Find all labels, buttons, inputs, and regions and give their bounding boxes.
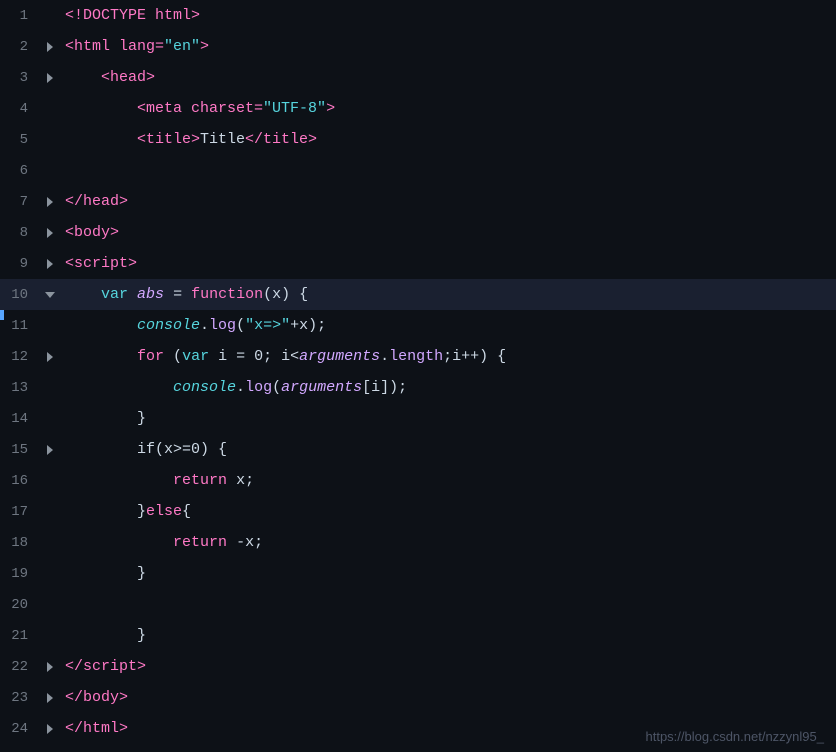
- code-line: 12 for (var i = 0; i<arguments.length;i+…: [0, 341, 836, 372]
- code-line: 11 console.log("x=>"+x);: [0, 310, 836, 341]
- code-line: 18 return -x;: [0, 527, 836, 558]
- code-line: 4 <meta charset="UTF-8">: [0, 93, 836, 124]
- gutter: [40, 352, 60, 362]
- code-content: return x;: [60, 465, 254, 496]
- gutter: [40, 228, 60, 238]
- code-content: var abs = function(x) {: [60, 279, 308, 310]
- fold-arrow[interactable]: [47, 724, 53, 734]
- line-number: 15: [0, 442, 40, 458]
- code-line: 20: [0, 589, 836, 620]
- fold-arrow[interactable]: [47, 42, 53, 52]
- fold-arrow[interactable]: [47, 197, 53, 207]
- line-number: 8: [0, 225, 40, 241]
- code-content: console.log(arguments[i]);: [60, 372, 407, 403]
- gutter: [40, 42, 60, 52]
- line-number: 21: [0, 628, 40, 644]
- code-content: }: [60, 403, 146, 434]
- code-editor[interactable]: 1 <!DOCTYPE html> 2 <html lang="en"> 3 <…: [0, 0, 836, 752]
- line-number: 10: [0, 287, 40, 303]
- fold-arrow[interactable]: [47, 228, 53, 238]
- code-line: 5 <title>Title</title>: [0, 124, 836, 155]
- fold-arrow[interactable]: [47, 352, 53, 362]
- code-line: 21 }: [0, 620, 836, 651]
- code-line: 22 </script>: [0, 651, 836, 682]
- fold-arrow[interactable]: [47, 259, 53, 269]
- line-number: 18: [0, 535, 40, 551]
- line-number: 13: [0, 380, 40, 396]
- line-number: 5: [0, 132, 40, 148]
- code-content: if(x>=0) {: [60, 434, 227, 465]
- fold-arrow[interactable]: [47, 445, 53, 455]
- line-number: 4: [0, 101, 40, 117]
- code-content: </script>: [60, 651, 146, 682]
- code-content: <html lang="en">: [60, 31, 209, 62]
- code-line: 16 return x;: [0, 465, 836, 496]
- code-line: 14 }: [0, 403, 836, 434]
- fold-arrow[interactable]: [47, 73, 53, 83]
- watermark: https://blog.csdn.net/nzzynl95_: [645, 729, 824, 744]
- code-content: <!DOCTYPE html>: [60, 0, 200, 31]
- code-content: return -x;: [60, 527, 263, 558]
- line-number: 23: [0, 690, 40, 706]
- line-number: 9: [0, 256, 40, 272]
- code-content: <meta charset="UTF-8">: [60, 93, 335, 124]
- line-number: 3: [0, 70, 40, 86]
- line-number: 1: [0, 8, 40, 24]
- code-line: 19 }: [0, 558, 836, 589]
- fold-arrow[interactable]: [45, 292, 55, 298]
- line-number: 22: [0, 659, 40, 675]
- gutter: [40, 445, 60, 455]
- line-number: 2: [0, 39, 40, 55]
- code-content: </head>: [60, 186, 128, 217]
- fold-arrow[interactable]: [47, 662, 53, 672]
- code-line-active: 10 var abs = function(x) {: [0, 279, 836, 310]
- code-content: for (var i = 0; i<arguments.length;i++) …: [60, 341, 506, 372]
- code-content: }else{: [60, 496, 191, 527]
- code-line: 9 <script>: [0, 248, 836, 279]
- line-number: 17: [0, 504, 40, 520]
- line-number: 24: [0, 721, 40, 737]
- line-number: 14: [0, 411, 40, 427]
- code-line: 17 }else{: [0, 496, 836, 527]
- code-content: <body>: [60, 217, 119, 248]
- code-content: </html>: [60, 713, 128, 744]
- code-line: 8 <body>: [0, 217, 836, 248]
- line-number: 6: [0, 163, 40, 179]
- gutter: [40, 73, 60, 83]
- line-number: 12: [0, 349, 40, 365]
- line-number: 16: [0, 473, 40, 489]
- code-line: 23 </body>: [0, 682, 836, 713]
- line-number: 7: [0, 194, 40, 210]
- code-content: }: [60, 558, 146, 589]
- fold-arrow[interactable]: [47, 693, 53, 703]
- code-content: <script>: [60, 248, 137, 279]
- gutter: [40, 292, 60, 298]
- line-number: 19: [0, 566, 40, 582]
- code-line: 2 <html lang="en">: [0, 31, 836, 62]
- code-content: console.log("x=>"+x);: [60, 310, 326, 341]
- gutter: [40, 693, 60, 703]
- code-content: <head>: [60, 62, 155, 93]
- code-line: 13 console.log(arguments[i]);: [0, 372, 836, 403]
- code-line: 6: [0, 155, 836, 186]
- code-line: 15 if(x>=0) {: [0, 434, 836, 465]
- code-content: }: [60, 620, 146, 651]
- code-content: <title>Title</title>: [60, 124, 317, 155]
- gutter: [40, 724, 60, 734]
- line-number: 11: [0, 318, 40, 334]
- code-line: 1 <!DOCTYPE html>: [0, 0, 836, 31]
- line-number: 20: [0, 597, 40, 613]
- gutter: [40, 259, 60, 269]
- gutter: [40, 197, 60, 207]
- code-line: 7 </head>: [0, 186, 836, 217]
- gutter: [40, 662, 60, 672]
- code-content: </body>: [60, 682, 128, 713]
- code-line: 3 <head>: [0, 62, 836, 93]
